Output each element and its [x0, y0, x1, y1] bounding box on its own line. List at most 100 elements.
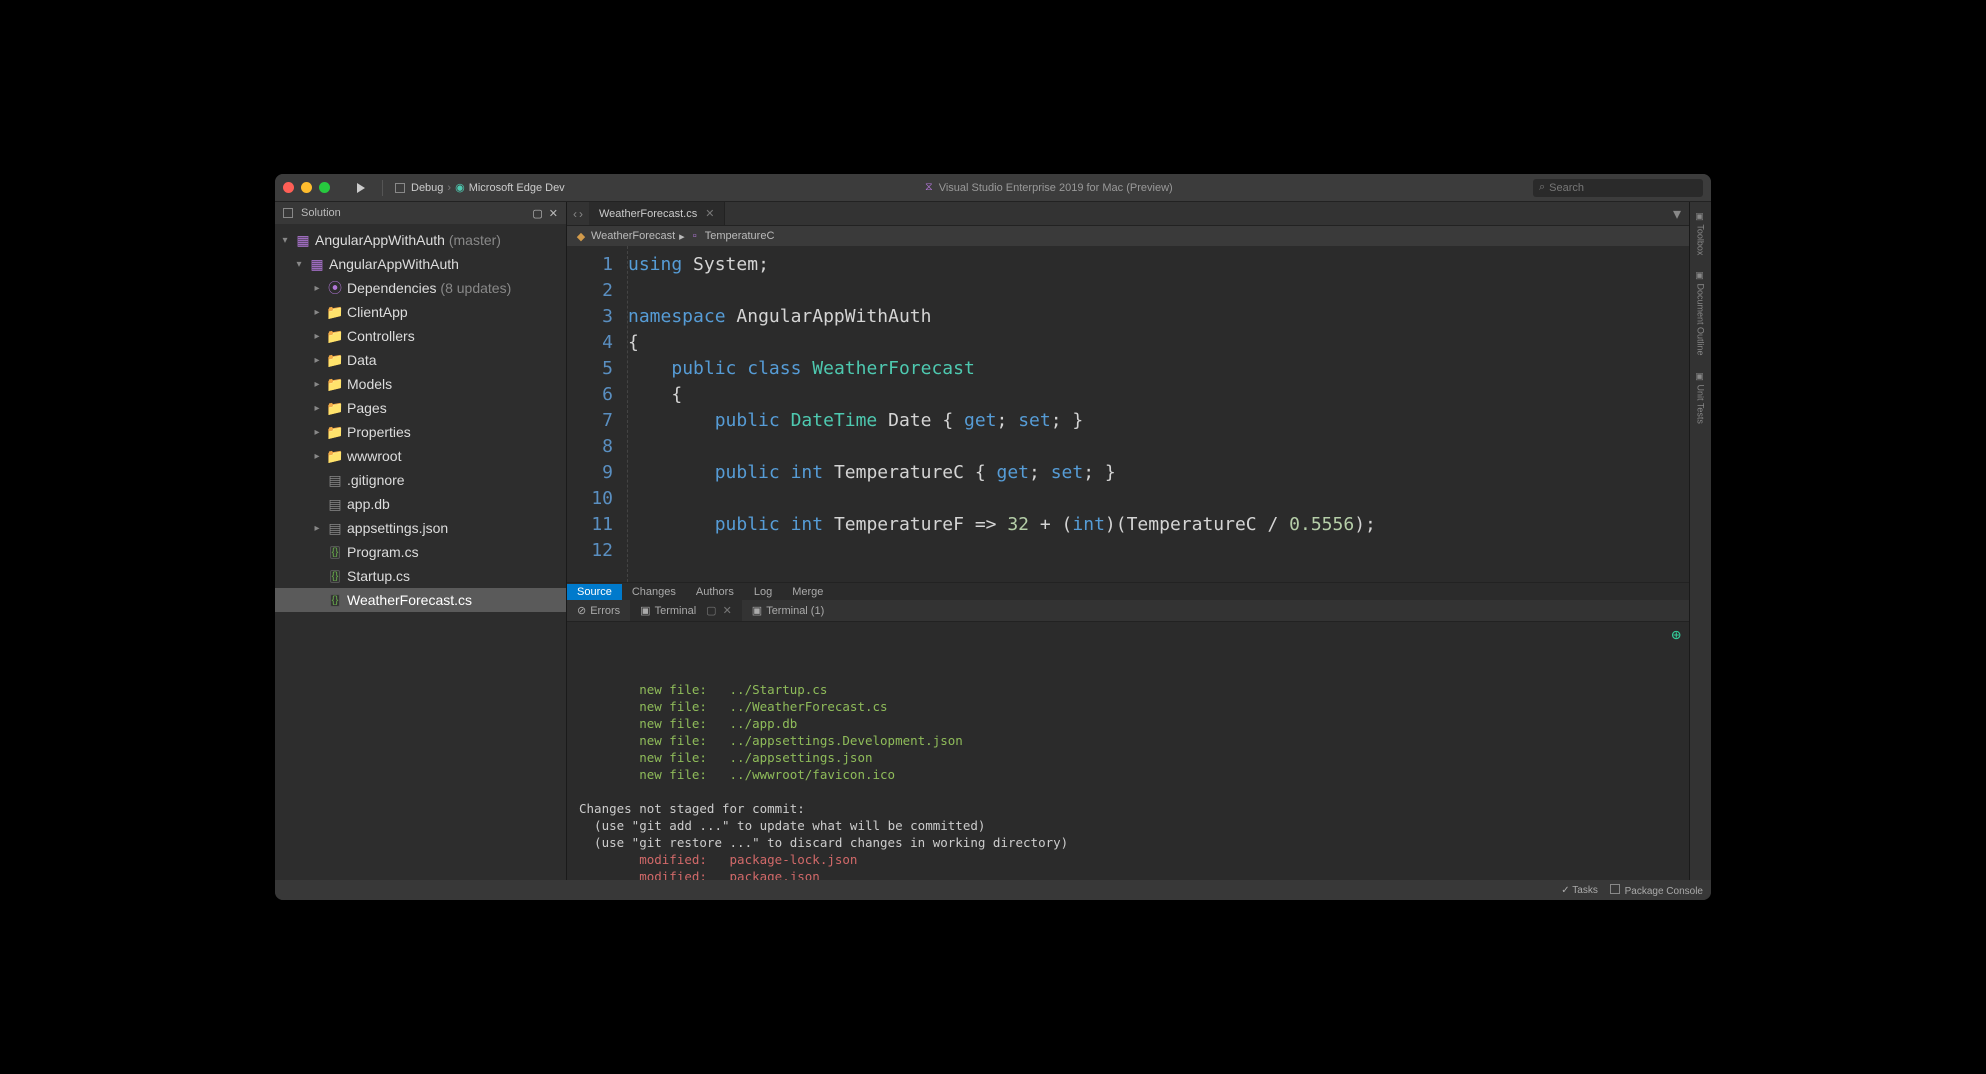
- dependencies-node[interactable]: ▸⦿Dependencies (8 updates): [275, 276, 566, 300]
- tree-item-label: Controllers: [347, 328, 415, 344]
- close-icon[interactable]: ✕: [723, 604, 732, 617]
- blame-tab-authors[interactable]: Authors: [686, 584, 744, 600]
- right-tab-unit-tests[interactable]: ▣ Unit Tests: [1694, 368, 1708, 428]
- close-tab-icon[interactable]: ✕: [705, 207, 714, 220]
- bottom-panel-tabs: ⊘Errors▣Terminal ▢✕▣Terminal (1): [567, 600, 1689, 622]
- project-node[interactable]: ▾ ▦AngularAppWithAuth: [275, 252, 566, 276]
- tree-item-label: Dependencies (8 updates): [347, 280, 511, 296]
- code-content[interactable]: using System; namespace AngularAppWithAu…: [627, 246, 1689, 582]
- panel-undock-icon[interactable]: ▢: [532, 207, 542, 220]
- tree-item-icon: 📁: [327, 328, 343, 344]
- tab-overflow-icon[interactable]: ▾: [1665, 202, 1689, 225]
- twist-icon: ▸: [311, 355, 323, 366]
- file-app-db[interactable]: ▤app.db: [275, 492, 566, 516]
- solution-tree: ▾▦AngularAppWithAuth (master)▾▦AngularAp…: [275, 224, 566, 880]
- property-icon: ▫: [689, 230, 701, 242]
- tree-item-label: AngularAppWithAuth: [329, 256, 459, 272]
- search-input[interactable]: ⌕ Search: [1533, 179, 1703, 197]
- folder-controllers[interactable]: ▸ 📁Controllers: [275, 324, 566, 348]
- folder-wwwroot[interactable]: ▸📁wwwroot: [275, 444, 566, 468]
- tab-bar: ‹ › WeatherForecast.cs ✕ ▾: [567, 202, 1689, 226]
- blame-tab-changes[interactable]: Changes: [622, 584, 686, 600]
- browser-icon: ◉: [455, 181, 465, 194]
- folder-clientapp[interactable]: ▸ 📁ClientApp: [275, 300, 566, 324]
- search-placeholder: Search: [1549, 182, 1584, 194]
- class-icon: ◆: [575, 230, 587, 242]
- blame-tab-log[interactable]: Log: [744, 584, 782, 600]
- tree-item-icon: 📁: [327, 304, 343, 320]
- bottom-tab-errors[interactable]: ⊘Errors: [567, 600, 630, 621]
- tree-item-label: Pages: [347, 400, 387, 416]
- folder-pages[interactable]: ▸ 📁Pages: [275, 396, 566, 420]
- breadcrumb[interactable]: ◆ WeatherForecast ▸ ▫ TemperatureC: [567, 226, 1689, 246]
- target-icon: [395, 183, 405, 193]
- tab-icon: ⊘: [577, 604, 586, 617]
- app-window: Debug › ◉ Microsoft Edge Dev ⧖ Visual St…: [275, 174, 1711, 900]
- folder-properties[interactable]: ▸📁Properties: [275, 420, 566, 444]
- blame-tab-merge[interactable]: Merge: [782, 584, 833, 600]
- code-editor[interactable]: 123456789101112 using System; namespace …: [567, 246, 1689, 582]
- tree-item-icon: 📁: [327, 424, 343, 440]
- tab-icon: ▣: [640, 604, 650, 617]
- nav-back-icon[interactable]: ‹: [573, 207, 577, 221]
- tab-weatherforecast[interactable]: WeatherForecast.cs ✕: [589, 202, 725, 225]
- twist-icon: ▸: [311, 451, 323, 462]
- blame-tab-source[interactable]: Source: [567, 584, 622, 600]
- tree-item-label: ClientApp: [347, 304, 408, 320]
- nav-forward-icon[interactable]: ›: [579, 207, 583, 221]
- package-console-button[interactable]: Package Console: [1610, 884, 1703, 897]
- undock-icon[interactable]: ▢: [706, 604, 716, 617]
- editor-area: ‹ › WeatherForecast.cs ✕ ▾ ◆ WeatherFore…: [567, 202, 1689, 880]
- twist-icon: ▸: [311, 403, 323, 414]
- tab-label: WeatherForecast.cs: [599, 208, 697, 220]
- maximize-window-button[interactable]: [319, 182, 330, 193]
- tree-item-icon: ▦: [295, 232, 311, 248]
- tree-item-icon: 📁: [327, 400, 343, 416]
- tree-item-label: app.db: [347, 496, 390, 512]
- twist-icon: ▸: [311, 379, 323, 390]
- tree-item-icon: 📁: [327, 352, 343, 368]
- run-button[interactable]: [352, 180, 370, 196]
- search-icon: ⌕: [1539, 181, 1545, 194]
- tree-item-label: AngularAppWithAuth (master): [315, 232, 501, 248]
- file-appsettings-json[interactable]: ▸▤appsettings.json: [275, 516, 566, 540]
- vs-icon: ⧖: [925, 181, 933, 194]
- folder-data[interactable]: ▸📁Data: [275, 348, 566, 372]
- right-tab-document-outline[interactable]: ▣ Document Outline: [1694, 267, 1708, 360]
- right-tab-toolbox[interactable]: ▣ Toolbox: [1694, 208, 1708, 259]
- twist-icon: ▸: [311, 307, 323, 318]
- twist-icon: ▸: [311, 283, 323, 294]
- tree-item-label: .gitignore: [347, 472, 405, 488]
- tree-item-label: Properties: [347, 424, 411, 440]
- file-Startup-cs[interactable]: {}Startup.cs: [275, 564, 566, 588]
- bottom-tab-terminal--1-[interactable]: ▣Terminal (1): [742, 600, 834, 621]
- tree-item-icon: ▤: [327, 472, 343, 488]
- bottom-tab-terminal[interactable]: ▣Terminal ▢✕: [630, 600, 742, 621]
- solution-panel-header: Solution ▢ ✕: [275, 202, 566, 224]
- close-window-button[interactable]: [283, 182, 294, 193]
- tasks-button[interactable]: ✓ Tasks: [1561, 885, 1598, 896]
- tree-item-icon: ▤: [327, 520, 343, 536]
- solution-explorer: Solution ▢ ✕ ▾▦AngularAppWithAuth (maste…: [275, 202, 567, 880]
- file--gitignore[interactable]: ▤.gitignore: [275, 468, 566, 492]
- minimize-window-button[interactable]: [301, 182, 312, 193]
- line-gutter: 123456789101112: [567, 246, 627, 582]
- panel-close-icon[interactable]: ✕: [549, 207, 558, 220]
- config-selector[interactable]: Debug › ◉ Microsoft Edge Dev: [395, 181, 565, 194]
- file-Program-cs[interactable]: {}Program.cs: [275, 540, 566, 564]
- tree-item-label: Program.cs: [347, 544, 419, 560]
- solution-node[interactable]: ▾▦AngularAppWithAuth (master): [275, 228, 566, 252]
- titlebar: Debug › ◉ Microsoft Edge Dev ⧖ Visual St…: [275, 174, 1711, 202]
- add-terminal-icon[interactable]: ⊕: [1671, 626, 1681, 643]
- twist-icon: ▸: [311, 331, 323, 342]
- terminal-panel[interactable]: ⊕ new file: ../Startup.cs new file: ../W…: [567, 622, 1689, 880]
- tree-item-label: appsettings.json: [347, 520, 448, 536]
- window-title: ⧖ Visual Studio Enterprise 2019 for Mac …: [577, 181, 1521, 194]
- folder-models[interactable]: ▸📁Models: [275, 372, 566, 396]
- twist-icon: ▾: [293, 259, 305, 270]
- tree-item-icon: {}: [327, 544, 343, 560]
- file-WeatherForecast-cs[interactable]: {}WeatherForecast.cs: [275, 588, 566, 612]
- tree-item-label: WeatherForecast.cs: [347, 592, 472, 608]
- tree-item-icon: {}: [327, 568, 343, 584]
- tree-item-icon: ▦: [309, 256, 325, 272]
